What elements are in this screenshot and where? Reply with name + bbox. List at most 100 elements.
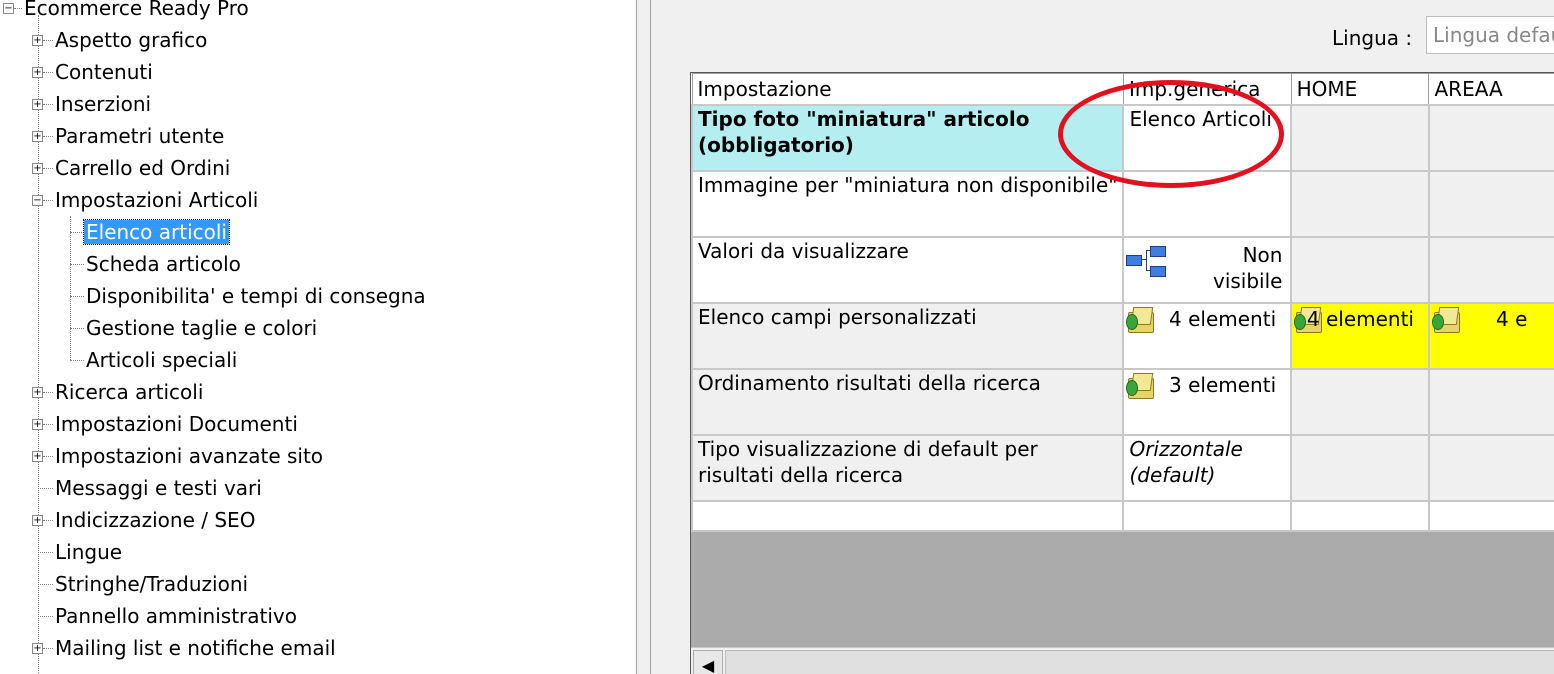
expander-icon[interactable]: + xyxy=(32,99,43,110)
home-value-cell[interactable] xyxy=(1290,434,1430,502)
areaa-value-cell[interactable] xyxy=(1427,500,1554,532)
tree-item[interactable]: Lingue xyxy=(53,536,124,568)
col-header-home[interactable]: HOME xyxy=(1290,73,1430,106)
tree-item-label: Messaggi e testi vari xyxy=(55,476,262,500)
areaa-value-cell[interactable] xyxy=(1427,104,1554,172)
areaa-value-cell[interactable]: 4 e xyxy=(1427,302,1554,370)
tree-line xyxy=(38,15,39,674)
panel-splitter[interactable] xyxy=(636,0,651,674)
horizontal-scrollbar[interactable]: ◀ xyxy=(691,647,1554,674)
tree-line xyxy=(38,552,53,553)
tree-line xyxy=(43,72,53,73)
tree-item[interactable]: Impostazioni Articoli xyxy=(53,184,260,216)
tree-line xyxy=(43,200,53,201)
setting-cell[interactable]: Ordinamento risultati della ricerca xyxy=(691,368,1125,436)
tree-item[interactable]: Impostazioni avanzate sito xyxy=(53,440,325,472)
setting-cell[interactable]: Elenco campi personalizzati xyxy=(691,302,1125,370)
tree-item-label: Carrello ed Ordini xyxy=(55,156,231,180)
tree-item[interactable]: Carrello ed Ordini xyxy=(53,152,232,184)
setting-cell[interactable]: Tipo foto "miniatura" articolo (obbligat… xyxy=(691,104,1125,172)
tree-child-item[interactable]: Elenco articoli xyxy=(83,216,230,248)
col-header-areaa[interactable]: AREAA xyxy=(1428,73,1554,106)
tree-item-label: Ricerca articoli xyxy=(55,380,204,404)
tree-line xyxy=(43,520,53,521)
generic-value-cell[interactable] xyxy=(1122,170,1293,238)
scroll-left-icon[interactable]: ◀ xyxy=(693,650,723,674)
tree-root[interactable]: Ecommerce Ready Pro xyxy=(22,0,251,24)
settings-tree: − Ecommerce Ready Pro + Aspetto grafico + C… xyxy=(0,0,636,674)
tree-item[interactable]: Pannello amministrativo xyxy=(53,600,299,632)
tree-item[interactable]: Inserzioni xyxy=(53,88,153,120)
folder-icon xyxy=(1126,306,1156,334)
tree-line xyxy=(43,168,53,169)
language-label: Lingua : xyxy=(1332,26,1413,50)
generic-value-cell[interactable]: 4 elementi xyxy=(1122,302,1293,370)
table-row: Tipo visualizzazione di default per risu… xyxy=(691,434,1554,502)
expander-icon[interactable]: + xyxy=(32,515,43,526)
areaa-value-cell[interactable] xyxy=(1427,368,1554,436)
collapse-root-icon[interactable]: − xyxy=(3,3,14,14)
home-value-cell[interactable] xyxy=(1290,368,1430,436)
folder-icon xyxy=(1431,306,1462,334)
tree-item-label: Pannello amministrativo xyxy=(55,604,298,628)
expander-icon[interactable]: + xyxy=(32,387,43,398)
generic-value-cell[interactable]: Elenco Articoli xyxy=(1122,104,1293,172)
table-row: Elenco campi personalizzati 4 elementi 4… xyxy=(691,302,1554,370)
generic-value-cell[interactable]: Non visibile xyxy=(1122,236,1293,304)
tree-child-item[interactable]: Scheda articolo xyxy=(84,248,243,280)
home-value-cell[interactable] xyxy=(1290,170,1430,238)
tree-item-label: Impostazioni Documenti xyxy=(55,412,298,436)
col-header-setting[interactable]: Impostazione xyxy=(691,73,1124,106)
tree-line xyxy=(70,360,84,361)
tree-item[interactable]: Ricerca articoli xyxy=(53,376,205,408)
tree-line xyxy=(43,136,53,137)
areaa-value-cell[interactable] xyxy=(1427,170,1554,238)
setting-cell[interactable] xyxy=(691,500,1125,532)
tree-item[interactable]: Mailing list e notifiche email xyxy=(53,632,338,664)
expander-icon[interactable]: + xyxy=(32,419,43,430)
areaa-value-text: 4 e xyxy=(1495,307,1528,331)
generic-value-cell[interactable]: Orizzontale (default) xyxy=(1122,434,1293,502)
tree-item[interactable]: Contenuti xyxy=(53,56,155,88)
tree-item-label: Lingue xyxy=(55,540,123,564)
tree-child-item[interactable]: Articoli speciali xyxy=(84,344,239,376)
setting-cell[interactable]: Tipo visualizzazione di default per risu… xyxy=(691,434,1125,502)
expander-icon[interactable]: + xyxy=(32,451,43,462)
expander-icon[interactable]: + xyxy=(32,67,43,78)
tree-item-label: Aspetto grafico xyxy=(55,28,208,52)
expander-icon[interactable]: − xyxy=(32,195,43,206)
tree-line xyxy=(38,584,53,585)
scroll-thumb[interactable] xyxy=(725,650,1554,674)
language-select[interactable]: Lingua default xyxy=(1426,16,1554,54)
tree-item[interactable]: Aspetto grafico xyxy=(53,24,209,56)
home-value-cell[interactable] xyxy=(1290,236,1430,304)
home-value-cell[interactable] xyxy=(1290,500,1430,532)
home-value-cell[interactable] xyxy=(1290,104,1430,172)
tree-item[interactable]: Parametri utente xyxy=(53,120,226,152)
tree-child-label: Disponibilita' e tempi di consegna xyxy=(86,284,426,308)
col-header-generic[interactable]: Imp.generica xyxy=(1122,73,1292,106)
expander-icon[interactable]: + xyxy=(32,35,43,46)
tree-item-label: Indicizzazione / SEO xyxy=(55,508,256,532)
setting-cell[interactable]: Valori da visualizzare xyxy=(691,236,1125,304)
folder-icon xyxy=(1126,372,1156,400)
areaa-value-cell[interactable] xyxy=(1427,434,1554,502)
expander-icon[interactable]: + xyxy=(32,163,43,174)
tree-item[interactable]: Impostazioni Documenti xyxy=(53,408,300,440)
expander-icon[interactable]: + xyxy=(32,131,43,142)
areaa-value-cell[interactable] xyxy=(1427,236,1554,304)
tree-child-label: Elenco articoli xyxy=(83,219,230,245)
tree-item[interactable]: Stringhe/Traduzioni xyxy=(53,568,250,600)
home-value-cell[interactable]: 4 elementi xyxy=(1290,302,1430,370)
table-row: Valori da visualizzare Non visibile xyxy=(691,236,1554,304)
generic-value-cell[interactable]: 3 elementi xyxy=(1122,368,1293,436)
tree-item[interactable]: Messaggi e testi vari xyxy=(53,472,264,504)
generic-value-text: 3 elementi xyxy=(1169,373,1277,397)
tree-item[interactable]: Indicizzazione / SEO xyxy=(53,504,257,536)
tree-child-label: Articoli speciali xyxy=(86,348,238,372)
tree-child-item[interactable]: Disponibilita' e tempi di consegna xyxy=(84,280,428,312)
tree-child-item[interactable]: Gestione taglie e colori xyxy=(84,312,319,344)
expander-icon[interactable]: + xyxy=(32,643,43,654)
generic-value-cell[interactable] xyxy=(1122,500,1293,532)
setting-cell[interactable]: Immagine per "miniatura non disponibile" xyxy=(691,170,1125,238)
